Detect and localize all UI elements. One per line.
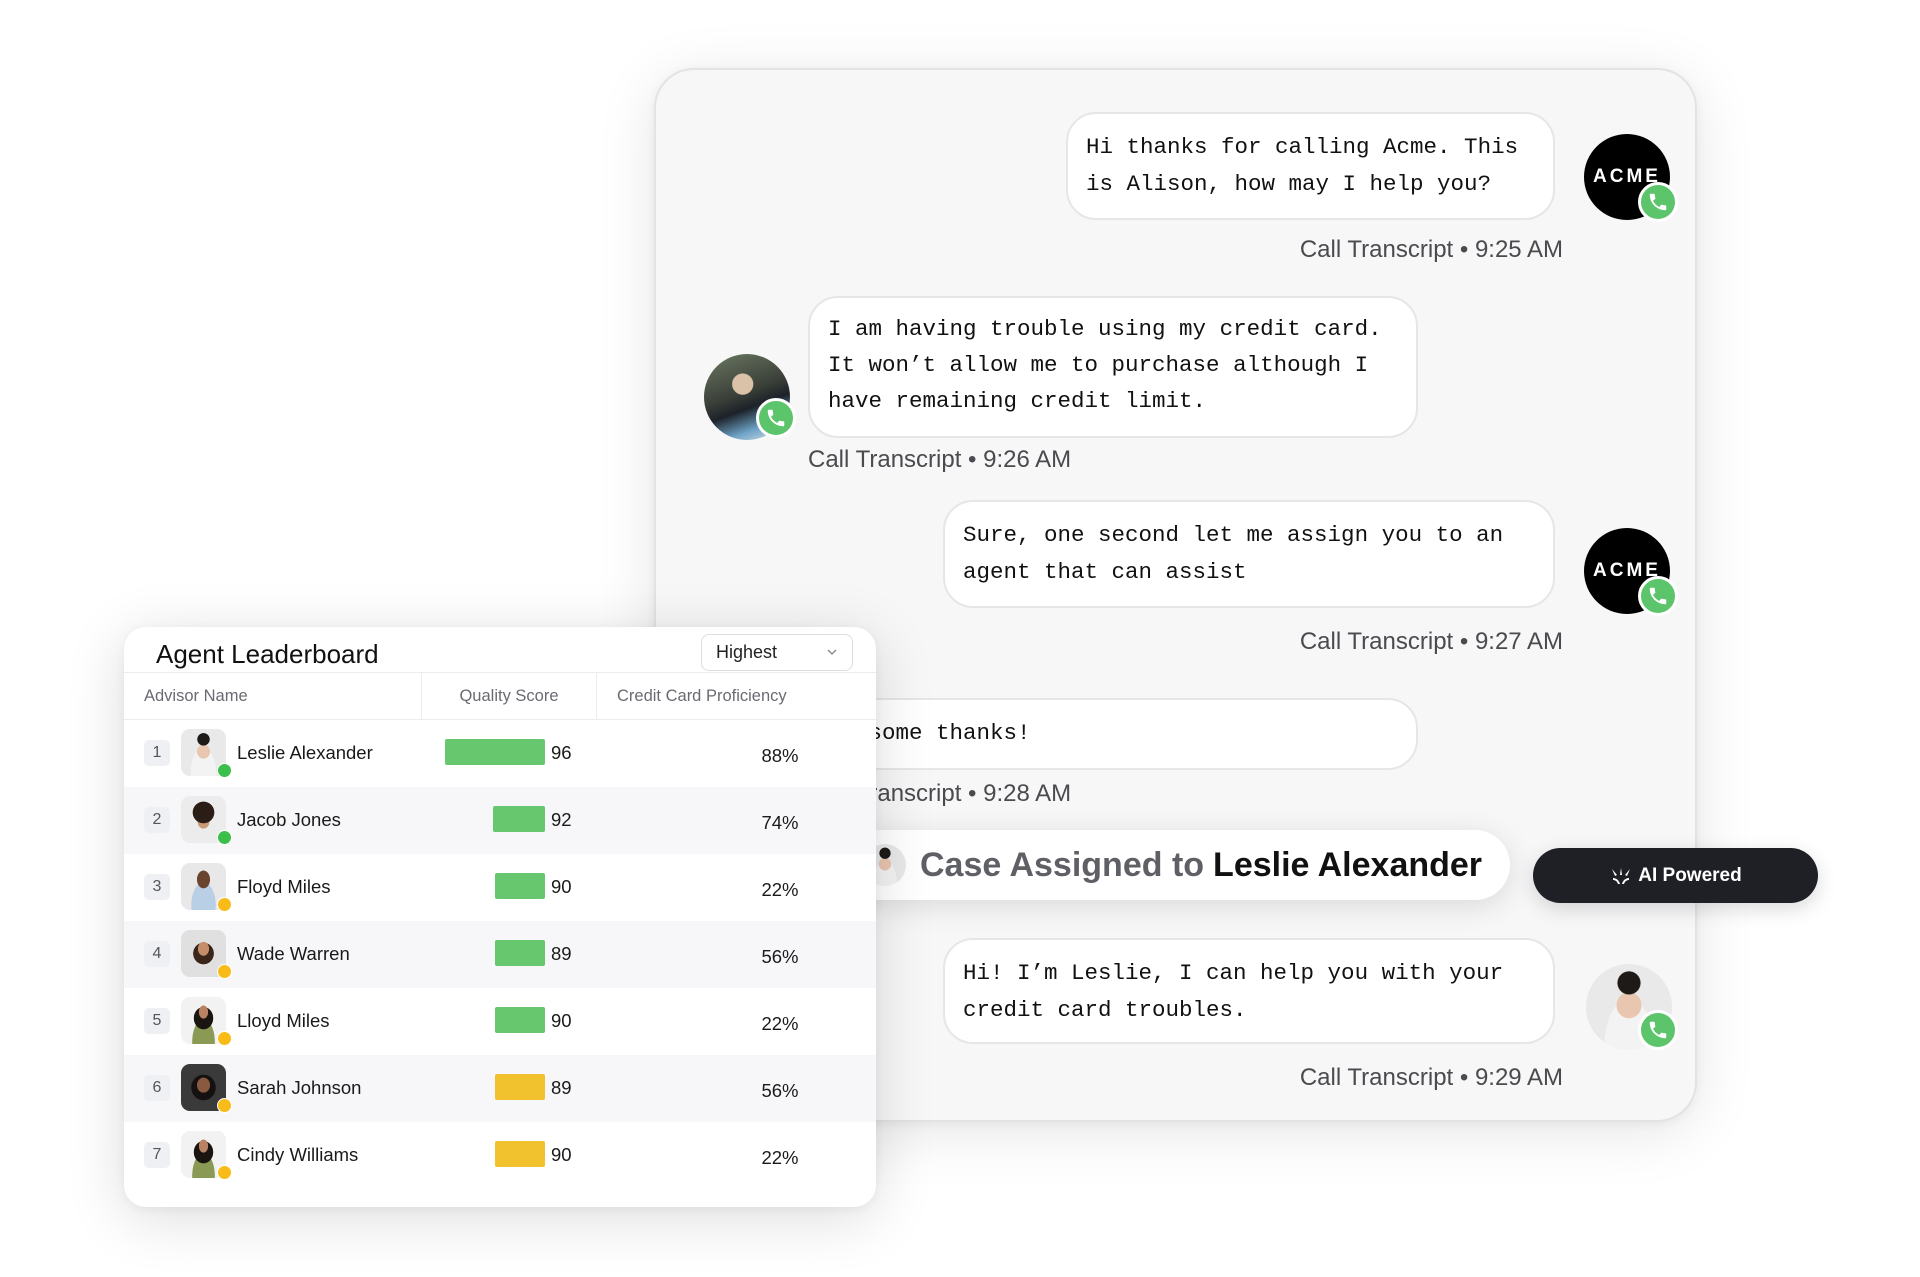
table-row[interactable]: 4 Wade Warren 89 56% [124, 921, 876, 988]
advisor-name: Jacob Jones [237, 809, 341, 830]
phone-icon [756, 398, 796, 438]
sparkle-leaf-icon [1612, 867, 1631, 884]
proficiency-value: 22% [761, 879, 799, 900]
advisor-name: Cindy Williams [237, 1144, 359, 1165]
message-bubble-customer: I am having trouble using my credit card… [808, 296, 1418, 438]
quality-score-value: 89 [551, 943, 572, 964]
rank-badge: 6 [144, 1075, 170, 1101]
status-dot [217, 897, 232, 912]
quality-score-value: 92 [551, 809, 572, 830]
table-row[interactable]: 7 Cindy Williams 90 22% [124, 1122, 876, 1189]
column-header-advisor-name[interactable]: Advisor Name [144, 673, 248, 719]
proficiency-value: 56% [761, 1080, 799, 1101]
proficiency-value: 56% [761, 946, 799, 967]
advisor-name: Floyd Miles [237, 876, 331, 897]
message-bubble-agent: Hi! I’m Leslie, I can help you with your… [943, 938, 1555, 1044]
table-row[interactable]: 2 Jacob Jones 92 74% [124, 787, 876, 854]
message-timestamp: Call Transcript • 9:29 AM [1299, 1064, 1563, 1091]
table-row[interactable]: 6 Sarah Johnson 89 56% [124, 1055, 876, 1122]
sort-select-value: Highest [716, 642, 778, 662]
status-dot [217, 964, 232, 979]
advisor-name: Leslie Alexander [237, 742, 373, 763]
chevron-down-icon [827, 649, 837, 655]
quality-score-bar [495, 873, 545, 899]
quality-score-value: 90 [551, 876, 572, 897]
rank-badge: 2 [144, 807, 170, 833]
ai-powered-label: AI Powered [1638, 864, 1742, 886]
rank-badge: 4 [144, 941, 170, 967]
quality-score-bar [495, 1007, 545, 1033]
rank-badge: 5 [144, 1008, 170, 1034]
case-assigned-prefix: Case Assigned to [920, 845, 1205, 884]
leaderboard-title: Agent Leaderboard [156, 639, 379, 669]
table-row[interactable]: 1 Leslie Alexander 96 88% [124, 720, 876, 787]
phone-icon [1638, 182, 1678, 222]
message-timestamp: Call Transcript • 9:26 AM [808, 446, 1072, 473]
quality-score-bar [495, 1141, 545, 1167]
rank-badge: 7 [144, 1142, 170, 1168]
rank-badge: 3 [144, 874, 170, 900]
quality-score-bar [493, 806, 545, 832]
phone-icon [1638, 576, 1678, 616]
message-timestamp: Call Transcript • 9:25 AM [1299, 236, 1563, 263]
status-dot [217, 830, 232, 845]
status-dot [217, 1031, 232, 1046]
quality-score-value: 89 [551, 1077, 572, 1098]
quality-score-value: 90 [551, 1144, 572, 1165]
proficiency-value: 88% [761, 745, 799, 766]
advisor-name: Lloyd Miles [237, 1010, 330, 1031]
proficiency-value: 22% [761, 1013, 799, 1034]
message-bubble-agent: Hi thanks for calling Acme. This is Alis… [1066, 112, 1555, 220]
proficiency-value: 22% [761, 1147, 799, 1168]
quality-score-value: 96 [551, 742, 572, 763]
table-body: 1 Leslie Alexander 96 88% 2 Jacob Jones … [124, 720, 876, 1189]
column-header-quality-score[interactable]: Quality Score [421, 673, 596, 719]
table-row[interactable]: 3 Floyd Miles 90 22% [124, 854, 876, 921]
assigned-agent-name: Leslie Alexander [1213, 845, 1483, 884]
advisor-name: Wade Warren [237, 943, 350, 964]
message-timestamp: Call Transcript • 9:27 AM [1299, 628, 1563, 655]
quality-score-bar [445, 739, 545, 765]
table-header: Advisor Name Quality Score Credit Card P… [124, 672, 876, 720]
proficiency-value: 74% [761, 812, 799, 833]
advisor-name: Sarah Johnson [237, 1077, 362, 1098]
phone-icon [1638, 1010, 1678, 1050]
status-dot [217, 1165, 232, 1180]
table-row[interactable]: 5 Lloyd Miles 90 22% [124, 988, 876, 1055]
agent-leaderboard: Agent Leaderboard Highest Advisor Name Q… [124, 627, 876, 1207]
message-bubble-agent: Sure, one second let me assign you to an… [943, 500, 1555, 608]
ai-powered-button[interactable]: AI Powered [1533, 848, 1818, 903]
quality-score-bar [495, 940, 545, 966]
message-bubble-customer: Awesome thanks! [808, 698, 1418, 770]
status-dot [217, 763, 232, 778]
case-assigned-banner: Case Assigned to Leslie Alexander [830, 830, 1510, 900]
column-header-proficiency[interactable]: Credit Card Proficiency [596, 673, 787, 719]
quality-score-value: 90 [551, 1010, 572, 1031]
status-dot [217, 1098, 232, 1113]
sort-select[interactable]: Highest [701, 634, 853, 671]
quality-score-bar [495, 1074, 545, 1100]
rank-badge: 1 [144, 740, 170, 766]
